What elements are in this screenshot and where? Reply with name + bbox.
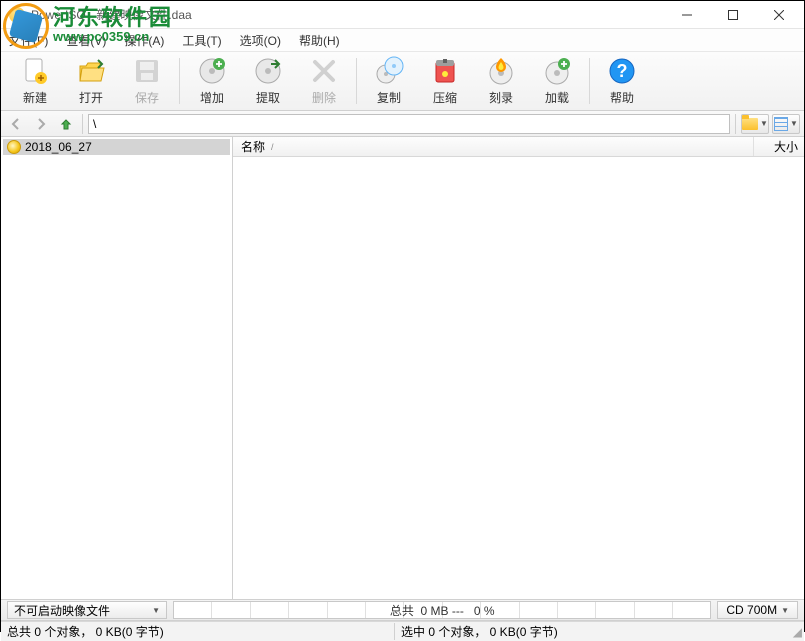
help-icon: ? [607, 56, 637, 86]
extract-icon [253, 56, 283, 86]
copy-button[interactable]: 复制 [361, 53, 417, 109]
list-body[interactable] [233, 157, 804, 599]
burn-icon [486, 56, 516, 86]
chevron-down-icon: ▼ [152, 606, 160, 615]
column-size[interactable]: 大小 [754, 138, 804, 155]
minimize-button[interactable] [664, 1, 710, 29]
view-icon [774, 117, 788, 131]
delete-button[interactable]: 删除 [296, 53, 352, 109]
burn-button[interactable]: 刻录 [473, 53, 529, 109]
close-button[interactable] [756, 1, 802, 29]
capacity-bar: 总共 0 MB --- 0 % [173, 601, 711, 619]
menu-options[interactable]: 选项(O) [236, 30, 285, 51]
new-button[interactable]: 新建 [7, 53, 63, 109]
save-button[interactable]: 保存 [119, 53, 175, 109]
chevron-down-icon: ▼ [760, 119, 768, 128]
add-button[interactable]: 增加 [184, 53, 240, 109]
statusbar: 总共 0 个对象， 0 KB(0 字节) 选中 0 个对象， 0 KB(0 字节… [1, 621, 804, 641]
menubar: 文件(F) 查看(V) 操作(A) 工具(T) 选项(O) 帮助(H) [1, 29, 804, 51]
menu-view[interactable]: 查看(V) [62, 30, 110, 51]
tree-panel[interactable]: 2018_06_27 [1, 137, 233, 599]
folder-icon [742, 118, 758, 130]
svg-text:?: ? [617, 61, 628, 81]
toolbar-separator [179, 58, 180, 104]
capacity-dropdown[interactable]: CD 700M ▼ [717, 601, 798, 619]
toolbar-separator [356, 58, 357, 104]
disc-icon [7, 140, 21, 154]
add-icon [197, 56, 227, 86]
list-header[interactable]: 名称 / 大小 [233, 137, 804, 157]
delete-icon [309, 56, 339, 86]
path-input[interactable] [88, 114, 730, 134]
mount-button[interactable]: 加载 [529, 53, 585, 109]
window-title: PowerISO - 新建映像文件.daa [31, 6, 664, 23]
titlebar: PowerISO - 新建映像文件.daa [1, 1, 804, 29]
menu-tools[interactable]: 工具(T) [178, 30, 225, 51]
app-icon [9, 7, 25, 23]
toolbar: 新建 打开 保存 增加 提取 删除 复制 [1, 51, 804, 111]
tree-item[interactable]: 2018_06_27 [3, 139, 230, 155]
open-button[interactable]: 打开 [63, 53, 119, 109]
folder-nav-button[interactable]: ▼ [741, 114, 769, 134]
menu-action[interactable]: 操作(A) [120, 30, 168, 51]
help-button[interactable]: ? 帮助 [594, 53, 650, 109]
view-mode-button[interactable]: ▼ [772, 114, 800, 134]
column-name[interactable]: 名称 / [233, 137, 754, 156]
tree-item-label: 2018_06_27 [25, 140, 92, 154]
capacity-text: 总共 0 MB --- 0 % [390, 602, 495, 619]
menu-file[interactable]: 文件(F) [5, 30, 52, 51]
main-area: 2018_06_27 名称 / 大小 [1, 137, 804, 599]
save-icon [132, 56, 162, 86]
mount-icon [542, 56, 572, 86]
menu-help[interactable]: 帮助(H) [295, 30, 344, 51]
navbar: ▼ ▼ [1, 111, 804, 137]
list-panel: 名称 / 大小 [233, 137, 804, 599]
copy-icon [374, 56, 404, 86]
new-icon [20, 56, 50, 86]
compress-button[interactable]: 压缩 [417, 53, 473, 109]
toolbar-separator [589, 58, 590, 104]
chevron-down-icon: ▼ [781, 606, 789, 615]
nav-back-button[interactable] [5, 114, 27, 134]
nav-up-button[interactable] [55, 114, 77, 134]
chevron-down-icon: ▼ [790, 119, 798, 128]
progress-row: 不可启动映像文件 ▼ 总共 0 MB --- 0 % CD 700M ▼ [1, 599, 804, 621]
nav-forward-button[interactable] [30, 114, 52, 134]
sort-indicator: / [271, 142, 274, 152]
boot-type-dropdown[interactable]: 不可启动映像文件 ▼ [7, 601, 167, 619]
extract-button[interactable]: 提取 [240, 53, 296, 109]
maximize-button[interactable] [710, 1, 756, 29]
compress-icon [430, 56, 460, 86]
open-icon [76, 56, 106, 86]
